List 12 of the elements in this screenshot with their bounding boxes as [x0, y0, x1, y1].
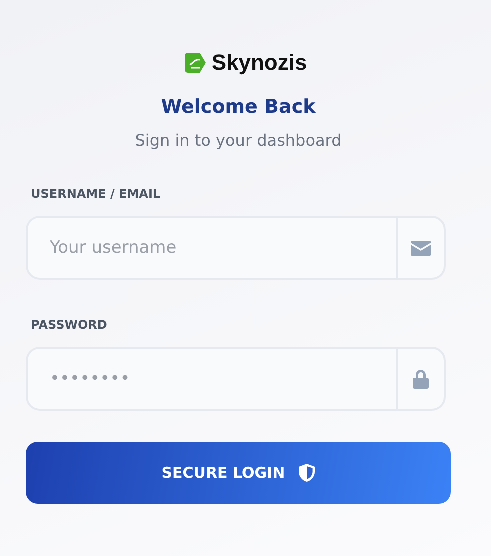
shield-icon	[299, 464, 316, 482]
brand-name: Skynozis	[212, 50, 308, 76]
mail-icon	[411, 240, 431, 256]
field-label: USERNAME / EMAIL	[31, 187, 162, 201]
subtitle: Sign in to your dashboard	[134, 131, 343, 150]
logo-icon	[184, 51, 208, 75]
username-field[interactable]: Your username	[26, 216, 396, 280]
page-title: Welcome Back	[160, 96, 317, 118]
password-field[interactable]: ••••••••	[26, 347, 396, 411]
lock-icon	[412, 369, 430, 389]
login-button[interactable]: SECURE LOGIN	[26, 442, 451, 504]
field-label: PASSWORD	[31, 318, 108, 332]
